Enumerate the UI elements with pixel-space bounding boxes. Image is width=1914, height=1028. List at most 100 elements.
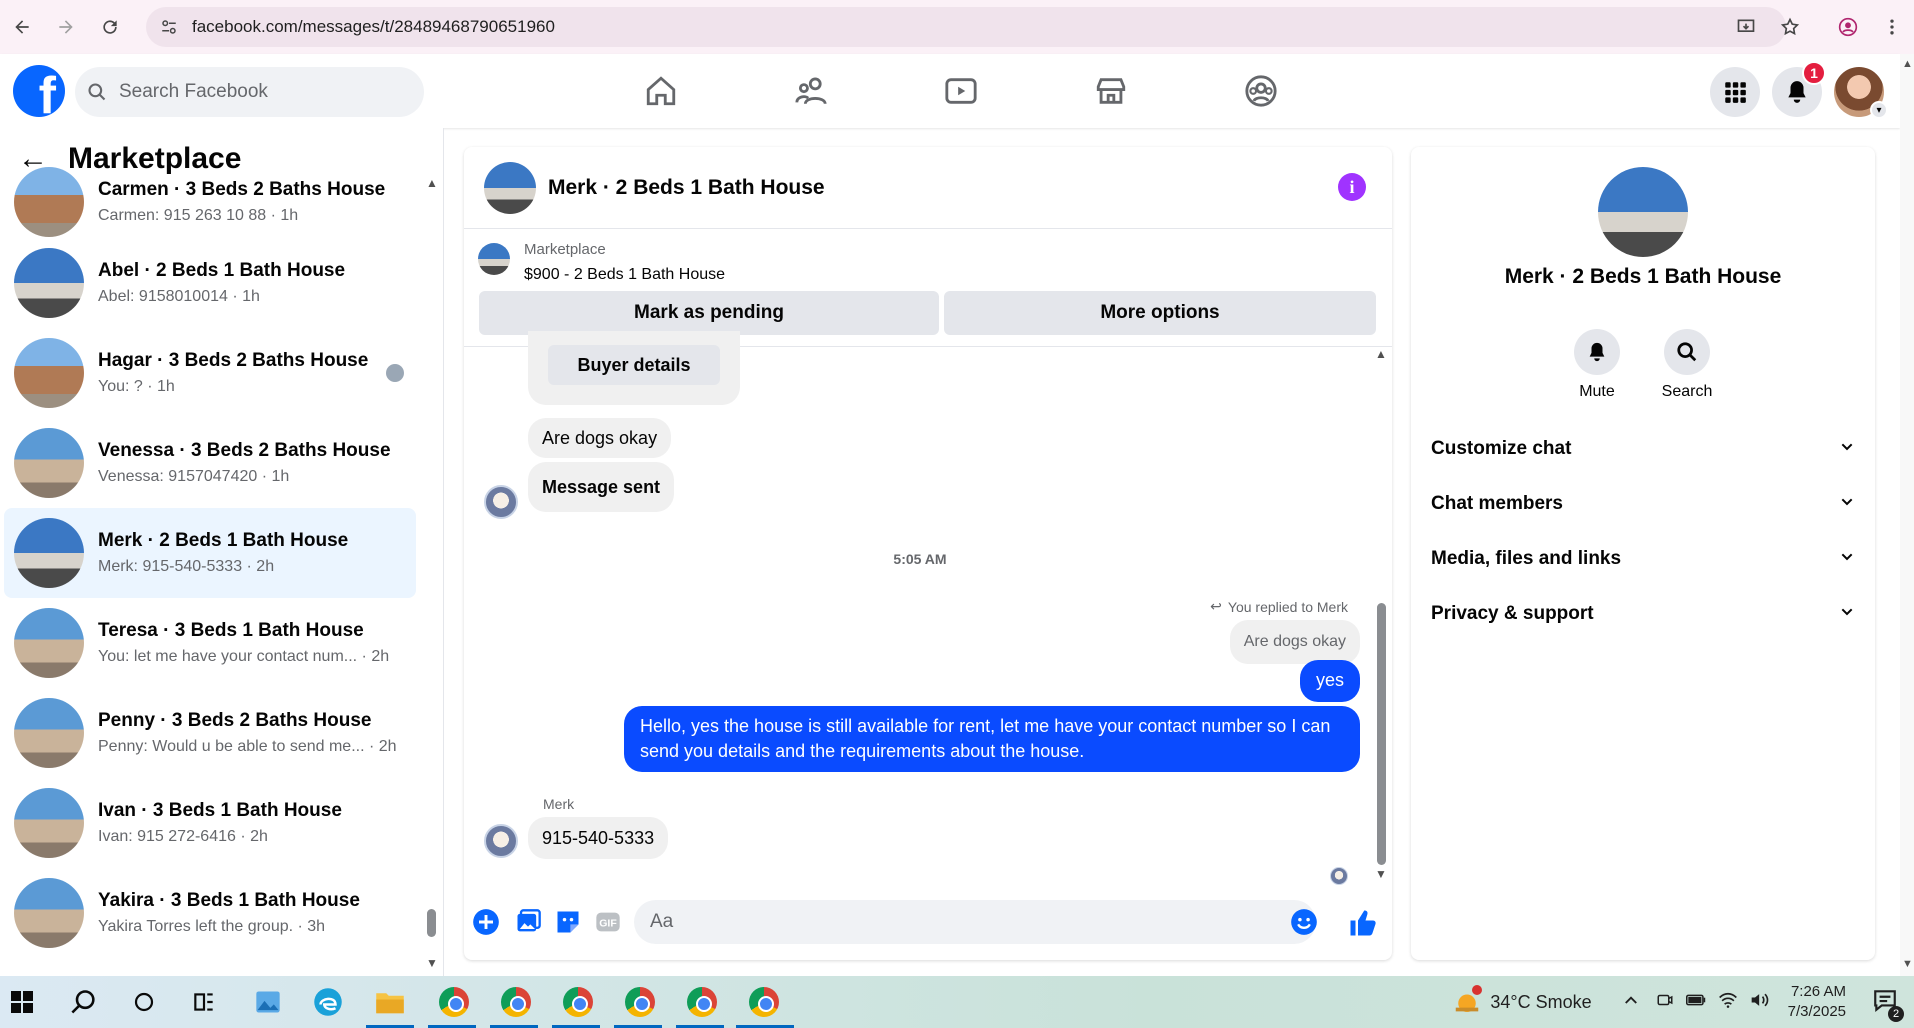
conversation-item[interactable]: Carmen · 3 Beds 2 Baths House Carmen: 91… <box>4 166 416 238</box>
chat-members-row[interactable]: Chat members <box>1431 482 1855 526</box>
listing-price[interactable]: $900 - 2 Beds 1 Bath House <box>524 266 725 284</box>
listing-category: Marketplace <box>524 241 606 258</box>
marketplace-icon[interactable] <box>1036 54 1186 128</box>
install-app-icon[interactable] <box>1724 7 1768 47</box>
scroll-down-icon[interactable]: ▼ <box>426 956 438 970</box>
cortana-icon[interactable] <box>126 984 162 1020</box>
gif-icon[interactable]: GIF <box>594 908 622 936</box>
scroll-up-icon[interactable]: ▲ <box>426 176 438 190</box>
scroll-up-icon[interactable]: ▲ <box>1902 58 1913 70</box>
photos-app-icon[interactable] <box>250 984 286 1020</box>
media-files-links-row[interactable]: Media, files and links <box>1431 537 1855 581</box>
conversation-preview: Merk: 915-540-5333 · 2h <box>98 558 275 575</box>
svg-text:GIF: GIF <box>599 918 617 930</box>
conversation-thumbnail <box>14 167 84 237</box>
notifications-bell-icon[interactable]: 1 <box>1772 61 1826 117</box>
facebook-search-input[interactable]: Search Facebook <box>75 67 424 117</box>
forward-icon[interactable] <box>44 7 88 47</box>
seen-receipt-avatar <box>1330 867 1348 885</box>
weather-smoke-icon <box>1452 985 1483 1017</box>
windows-start-icon[interactable] <box>4 984 40 1020</box>
chat-title[interactable]: Merk · 2 Beds 1 Bath House <box>548 176 825 200</box>
conversation-item[interactable]: Teresa · 3 Beds 1 Bath House You: let me… <box>4 598 416 688</box>
conversation-thumbnail <box>14 698 84 768</box>
profile-icon[interactable] <box>1826 7 1870 47</box>
conversation-item-active[interactable]: Merk · 2 Beds 1 Bath House Merk: 915-540… <box>4 508 416 598</box>
read-receipt-avatar <box>386 364 404 382</box>
chrome-icon[interactable] <box>684 984 720 1020</box>
groups-icon[interactable] <box>1186 54 1336 128</box>
buyer-details-button[interactable]: Buyer details <box>548 345 720 385</box>
conversation-item[interactable]: Ivan · 3 Beds 1 Bath House Ivan: 915 272… <box>4 778 416 868</box>
like-thumb-icon[interactable] <box>1348 908 1378 938</box>
plus-circle-icon[interactable] <box>472 908 500 936</box>
chrome-icon[interactable] <box>746 984 782 1020</box>
friends-icon[interactable] <box>736 54 886 128</box>
chrome-icon[interactable] <box>436 984 472 1020</box>
reload-icon[interactable] <box>88 7 132 47</box>
video-icon[interactable] <box>886 54 1036 128</box>
weather-widget[interactable]: 34°C Smoke <box>1452 985 1592 1017</box>
search-icon <box>88 83 106 101</box>
battery-icon[interactable] <box>1685 991 1706 1014</box>
volume-icon[interactable] <box>1750 991 1770 1014</box>
meet-now-icon[interactable] <box>1656 991 1674 1014</box>
sender-avatar[interactable] <box>484 824 518 858</box>
account-avatar[interactable]: ▾ <box>1834 67 1888 119</box>
customize-chat-row[interactable]: Customize chat <box>1431 427 1855 471</box>
page-scrollbar[interactable]: ▲ ▼ <box>1900 54 1914 976</box>
facebook-logo[interactable]: f <box>13 65 65 117</box>
photo-icon[interactable] <box>514 908 542 936</box>
browser-menu-icon[interactable] <box>1870 7 1914 47</box>
mark-as-pending-button[interactable]: Mark as pending <box>479 291 939 335</box>
more-options-button[interactable]: More options <box>944 291 1376 335</box>
task-view-icon[interactable] <box>186 984 222 1020</box>
info-avatar[interactable] <box>1598 167 1688 257</box>
search-label: Search <box>1661 383 1713 400</box>
wifi-icon[interactable] <box>1718 991 1738 1014</box>
home-icon[interactable] <box>586 54 736 128</box>
sticker-icon[interactable] <box>554 908 582 936</box>
mute-button[interactable]: Mute <box>1557 329 1637 401</box>
search-icon[interactable] <box>66 984 102 1020</box>
scroll-up-icon[interactable]: ▲ <box>1375 347 1387 361</box>
action-center-icon[interactable]: 2 <box>1872 987 1904 1022</box>
chat-avatar[interactable] <box>484 161 536 214</box>
bookmark-star-icon[interactable] <box>1768 7 1812 47</box>
scroll-down-icon[interactable]: ▼ <box>1375 867 1387 881</box>
address-bar[interactable]: facebook.com/messages/t/2848946879065196… <box>146 7 1786 47</box>
info-icon[interactable]: i <box>1338 173 1366 201</box>
conversation-item[interactable]: Yakira · 3 Beds 1 Bath House Yakira Torr… <box>4 868 416 958</box>
privacy-support-row[interactable]: Privacy & support <box>1431 592 1855 636</box>
sender-avatar[interactable] <box>484 485 518 519</box>
chevron-down-icon <box>1839 549 1855 570</box>
conversation-title: Abel · 2 Beds 1 Bath House <box>98 260 346 281</box>
chevron-up-icon[interactable] <box>1622 991 1640 1014</box>
conversation-thumbnail <box>14 878 84 948</box>
notification-count-badge: 2 <box>1888 1005 1904 1022</box>
emoji-icon[interactable] <box>1290 908 1318 936</box>
search-in-chat-button[interactable]: Search <box>1647 329 1727 401</box>
file-explorer-icon[interactable] <box>372 984 408 1020</box>
edge-icon[interactable] <box>310 984 346 1020</box>
menu-grid-icon[interactable] <box>1710 67 1760 117</box>
reply-icon: ↩ <box>1210 598 1222 614</box>
back-icon[interactable] <box>0 7 44 47</box>
scrollbar-thumb[interactable] <box>1377 603 1386 865</box>
message-timestamp: 5:05 AM <box>893 551 947 567</box>
chrome-icon[interactable] <box>622 984 658 1020</box>
system-clock[interactable]: 7:26 AM 7/3/2025 <box>1788 982 1846 1022</box>
conversation-item[interactable]: Abel · 2 Beds 1 Bath House Abel: 9158010… <box>4 238 416 328</box>
conversation-thumbnail <box>14 608 84 678</box>
message-input[interactable]: Aa <box>634 900 1316 944</box>
chrome-icon[interactable] <box>498 984 534 1020</box>
sidebar-scrollbar[interactable]: ▲ ▼ <box>426 176 438 970</box>
conversation-item[interactable]: Venessa · 3 Beds 2 Baths House Venessa: … <box>4 418 416 508</box>
scrollbar-thumb[interactable] <box>427 909 436 937</box>
conversation-item[interactable]: Hagar · 3 Beds 2 Baths House You: ? · 1h <box>4 328 416 418</box>
conversation-item[interactable]: Penny · 3 Beds 2 Baths House Penny: Woul… <box>4 688 416 778</box>
chrome-icon[interactable] <box>560 984 596 1020</box>
scroll-down-icon[interactable]: ▼ <box>1902 958 1913 970</box>
site-settings-icon[interactable] <box>160 18 178 36</box>
chat-scrollbar[interactable]: ▲ ▼ <box>1374 347 1388 881</box>
